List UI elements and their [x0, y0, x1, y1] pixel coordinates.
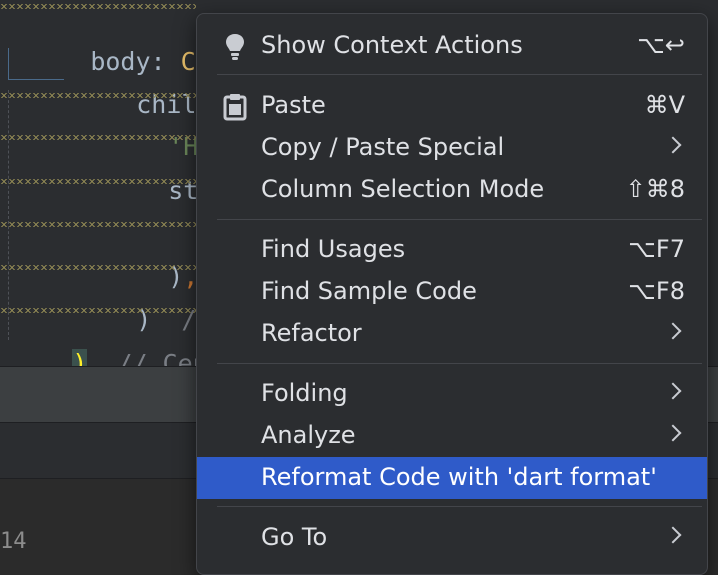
warning-squiggle: [0, 308, 196, 313]
matched-paren: ): [72, 349, 88, 366]
menu-separator: [217, 506, 702, 507]
menu-item-label: Copy / Paste Special: [261, 133, 505, 161]
chevron-right-icon: [664, 322, 682, 340]
menu-item-label: Column Selection Mode: [261, 175, 545, 203]
clipboard-icon: [223, 94, 247, 121]
menu-item-shortcut: ⌘V: [644, 91, 685, 119]
menu-item-label: Find Usages: [261, 235, 406, 263]
menu-item-label: Paste: [261, 91, 326, 119]
menu-separator: [217, 363, 702, 364]
menu-item-go-to[interactable]: Go To: [197, 517, 707, 559]
menu-separator: [217, 219, 702, 220]
warning-squiggle: [0, 222, 196, 227]
chevron-right-icon: [664, 424, 682, 442]
menu-item-label: Analyze: [261, 421, 356, 449]
menu-item-label: Find Sample Code: [261, 277, 477, 305]
warning-squiggle: [0, 179, 196, 184]
indent-guide-dotted: [8, 90, 9, 340]
warning-squiggle: [0, 4, 196, 9]
menu-item-reformat-code[interactable]: Reformat Code with 'dart format': [197, 457, 707, 499]
menu-item-folding[interactable]: Folding: [197, 373, 707, 415]
chevron-right-icon: [664, 136, 682, 154]
menu-item-shortcut: ⌥F7: [628, 235, 685, 263]
menu-item-label: Show Context Actions: [261, 31, 523, 59]
chevron-right-icon: [664, 382, 682, 400]
menu-item-label: Reformat Code with 'dart format': [261, 463, 657, 491]
warning-squiggle: [0, 135, 196, 140]
menu-item-copy-paste-special[interactable]: Copy / Paste Special: [197, 127, 707, 169]
menu-item-label: Refactor: [261, 319, 362, 347]
menu-item-column-selection-mode[interactable]: Column Selection Mode ⇧⌘8: [197, 169, 707, 211]
menu-item-label: Folding: [261, 379, 348, 407]
lightbulb-icon: [226, 34, 244, 60]
menu-item-analyze[interactable]: Analyze: [197, 415, 707, 457]
menu-item-shortcut: ⌥F8: [628, 277, 685, 305]
menu-item-shortcut: ⇧⌘8: [625, 175, 685, 203]
menu-item-find-usages[interactable]: Find Usages ⌥F7: [197, 229, 707, 271]
menu-item-find-sample-code[interactable]: Find Sample Code ⌥F8: [197, 271, 707, 313]
menu-item-shortcut: ⌥↩: [637, 31, 685, 59]
chevron-right-icon: [664, 526, 682, 544]
line-number: 14: [0, 529, 27, 554]
menu-item-refactor[interactable]: Refactor: [197, 313, 707, 355]
menu-separator: [217, 74, 702, 75]
menu-item-paste[interactable]: Paste ⌘V: [197, 85, 707, 127]
warning-squiggle: [0, 93, 196, 98]
context-menu: Show Context Actions ⌥↩ Paste ⌘V Copy / …: [196, 13, 708, 575]
menu-item-show-context-actions[interactable]: Show Context Actions ⌥↩: [197, 25, 707, 67]
warning-squiggle: [0, 265, 196, 270]
menu-item-label: Go To: [261, 523, 328, 551]
